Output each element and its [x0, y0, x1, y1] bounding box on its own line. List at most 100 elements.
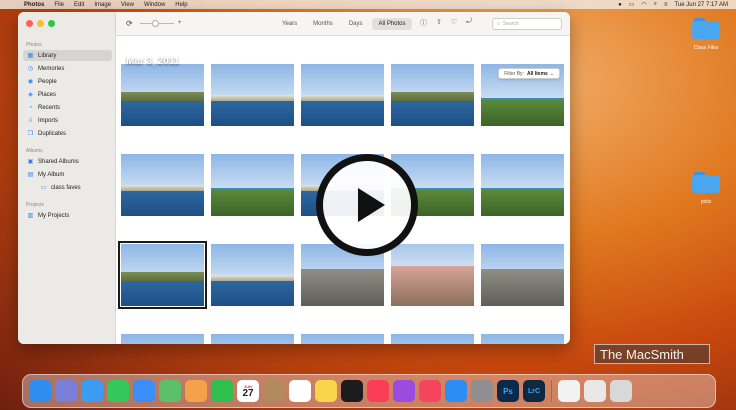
duplicates-icon: ❐: [27, 131, 34, 137]
reminders-icon[interactable]: [289, 380, 311, 402]
dock-separator: [551, 380, 552, 402]
menu-help[interactable]: Help: [175, 2, 187, 8]
photo-thumbnail[interactable]: [211, 154, 294, 216]
tab-all-photos[interactable]: All Photos: [372, 18, 412, 30]
podcasts-icon[interactable]: [393, 380, 415, 402]
sidebar-section-albums: Albums: [26, 148, 43, 154]
launchpad-icon[interactable]: [55, 380, 77, 402]
photo-thumbnail[interactable]: [391, 244, 474, 306]
sidebar-item-recents[interactable]: ◔ Recents: [23, 102, 112, 113]
contacts-icon[interactable]: [263, 380, 285, 402]
rotate-icon[interactable]: ⟳: [126, 19, 133, 28]
play-button[interactable]: [316, 154, 418, 256]
photo-thumbnail[interactable]: [391, 64, 474, 126]
play-icon: [357, 188, 385, 222]
photo-thumbnail[interactable]: [211, 244, 294, 306]
mail-icon[interactable]: [133, 380, 155, 402]
photoshop-icon[interactable]: Ps: [497, 380, 519, 402]
share-icon[interactable]: ⇧: [436, 18, 442, 28]
finder-icon[interactable]: [29, 380, 51, 402]
filter-dropdown[interactable]: Filter By: All Items ⌄: [498, 68, 560, 79]
system-settings-icon[interactable]: [471, 380, 493, 402]
sidebar-item-my-projects[interactable]: ▥ My Projects: [23, 210, 112, 221]
menu-file[interactable]: File: [54, 2, 64, 8]
photo-thumbnail[interactable]: [121, 64, 204, 126]
sidebar-item-label: My Album: [38, 171, 65, 178]
calendar-day: 27: [242, 387, 254, 399]
sidebar-item-my-album[interactable]: ▤ My Album: [23, 169, 112, 180]
photo-thumbnail[interactable]: [121, 334, 204, 344]
menu-window[interactable]: Window: [144, 2, 165, 8]
menu-edit[interactable]: Edit: [74, 2, 84, 8]
photo-thumbnail[interactable]: [121, 154, 204, 216]
search-menu-icon[interactable]: ⌕: [654, 1, 657, 8]
control-center-icon[interactable]: ≡: [664, 2, 668, 8]
tab-months[interactable]: Months: [307, 18, 339, 30]
favorite-icon[interactable]: ♡: [451, 18, 457, 28]
photo-thumbnail[interactable]: [481, 154, 564, 216]
menu-image[interactable]: Image: [94, 2, 111, 8]
record-icon[interactable]: ●: [618, 2, 622, 8]
sidebar-section-photos: Photos: [26, 42, 42, 48]
sidebar-item-people[interactable]: ◉ People: [23, 76, 112, 87]
photo-thumbnail[interactable]: [481, 334, 564, 344]
notes-icon[interactable]: [315, 380, 337, 402]
folder-icon[interactable]: [692, 171, 720, 193]
minimize-button[interactable]: [37, 20, 44, 27]
photo-thumbnail[interactable]: [118, 241, 207, 309]
lightroom-icon[interactable]: LrC: [523, 380, 545, 402]
photo-thumbnail[interactable]: [301, 334, 384, 344]
screenshot-icon[interactable]: [584, 380, 606, 402]
info-icon[interactable]: ⓘ: [420, 18, 427, 28]
places-icon: ◈: [28, 92, 33, 98]
zoom-slider[interactable]: ⟳ +: [126, 19, 182, 28]
folder-icon[interactable]: [692, 17, 720, 39]
facetime-icon[interactable]: [211, 380, 233, 402]
sidebar-item-label: My Projects: [38, 212, 70, 219]
sidebar-item-label: Shared Albums: [38, 158, 79, 165]
photo-thumbnail[interactable]: [211, 334, 294, 344]
toolbar: ⟳ + Years Months Days All Photos ⓘ ⇧ ♡ ⤾…: [116, 12, 570, 36]
trash-icon[interactable]: [610, 380, 632, 402]
photo-thumbnail[interactable]: [391, 334, 474, 344]
sidebar-item-label: Duplicates: [38, 130, 67, 137]
sidebar-item-library[interactable]: ▦ Library: [23, 50, 112, 61]
date-header: Mar 3, 2011: [126, 56, 180, 67]
sidebar-item-label: Recents: [38, 104, 61, 111]
rotate-right-icon[interactable]: ⤾: [466, 18, 472, 28]
zoom-in-icon[interactable]: +: [178, 20, 182, 26]
sidebar-item-memories[interactable]: ◷ Memories: [23, 63, 112, 74]
news-icon[interactable]: [419, 380, 441, 402]
close-button[interactable]: [26, 20, 33, 27]
search-input[interactable]: ⌕ Search: [492, 18, 562, 30]
maps-icon[interactable]: [159, 380, 181, 402]
messages-icon[interactable]: [107, 380, 129, 402]
zoom-button[interactable]: [48, 20, 55, 27]
photo-thumbnail[interactable]: [211, 64, 294, 126]
wifi-icon[interactable]: ◠: [641, 1, 646, 8]
sidebar-item-imports[interactable]: ⇩ Imports: [23, 115, 112, 126]
app-store-icon[interactable]: [445, 380, 467, 402]
sidebar-item-class-faves[interactable]: ▭ class faves: [36, 182, 112, 193]
menu-app-name[interactable]: Photos: [24, 2, 44, 8]
calendar-icon[interactable]: JUN 27: [237, 380, 259, 402]
view-tabs: Years Months Days All Photos: [276, 18, 412, 30]
photo-thumbnail[interactable]: [301, 64, 384, 126]
sidebar-item-duplicates[interactable]: ❐ Duplicates: [23, 128, 112, 139]
zoom-slider-knob[interactable]: [152, 20, 159, 27]
memories-icon: ◷: [27, 66, 34, 72]
safari-icon[interactable]: [81, 380, 103, 402]
menu-clock[interactable]: Tue Jun 27 7:17 AM: [675, 2, 728, 8]
battery-icon[interactable]: ▭: [629, 1, 635, 8]
menu-view[interactable]: View: [121, 2, 134, 8]
status-area: ● ▭ ◠ ⌕ ≡ Tue Jun 27 7:17 AM: [618, 0, 728, 9]
apple-tv-icon[interactable]: [341, 380, 363, 402]
sidebar-item-places[interactable]: ◈ Places: [23, 89, 112, 100]
sidebar-item-shared-albums[interactable]: ▣ Shared Albums: [23, 156, 112, 167]
photos-icon[interactable]: [185, 380, 207, 402]
document-icon[interactable]: [558, 380, 580, 402]
music-icon[interactable]: [367, 380, 389, 402]
photo-thumbnail[interactable]: [481, 244, 564, 306]
tab-days[interactable]: Days: [343, 18, 369, 30]
tab-years[interactable]: Years: [276, 18, 303, 30]
